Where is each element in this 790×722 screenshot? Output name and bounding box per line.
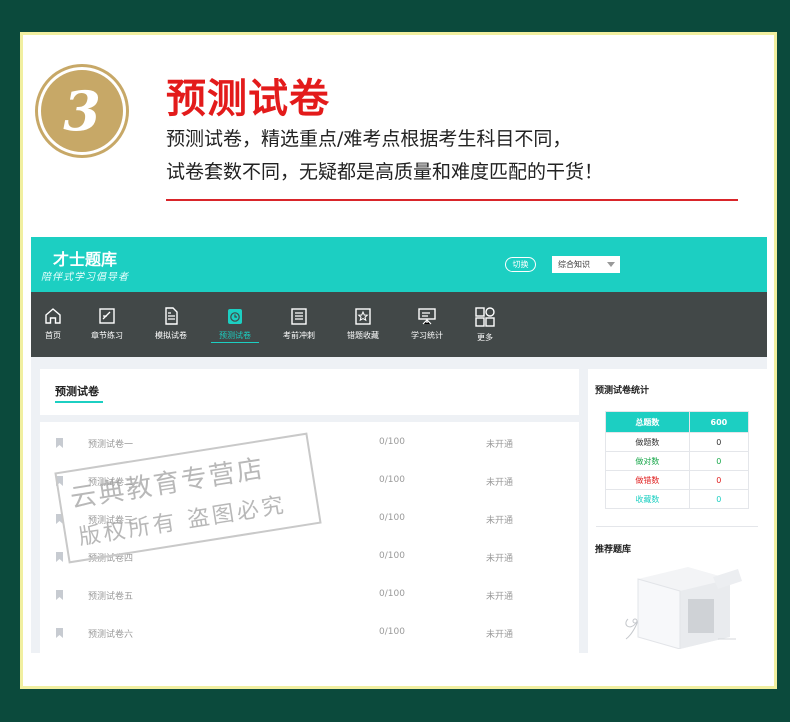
paper-name: 预测试卷六 <box>88 630 134 640</box>
stats-label: 做对数 <box>605 451 690 471</box>
paper-status: 未开通 <box>486 554 514 564</box>
exam-list-title: 预测试卷 <box>55 385 99 398</box>
grid-icon <box>475 307 495 327</box>
stats-value: 0 <box>688 489 750 509</box>
stats-table: 总题数 600 做题数 0 做对数 0 做错数 0 收藏数 0 <box>605 411 750 509</box>
step-number: 3 <box>63 79 101 143</box>
nav-item-mock-exam[interactable]: 模拟试卷 <box>147 292 195 357</box>
section-heading: 预测试卷 <box>166 76 330 122</box>
nav-item-more[interactable]: 更多 <box>469 292 501 357</box>
title-underline <box>55 401 103 403</box>
stats-value: 600 <box>688 411 750 433</box>
paper-status: 未开通 <box>486 516 514 526</box>
nav-item-predict-exam[interactable]: 预测试卷 <box>211 292 259 357</box>
paper-status: 未开通 <box>486 592 514 602</box>
stats-label: 做错数 <box>605 470 690 490</box>
stats-label: 收藏数 <box>605 489 690 509</box>
exam-list-header: 预测试卷 <box>40 369 579 415</box>
list-item[interactable]: 预测试卷六 0/100 未开通 <box>40 615 579 653</box>
paper-score: 0/100 <box>379 627 405 637</box>
description-line-1: 预测试卷，精选重点/难考点根据考生科目不同， <box>166 128 572 150</box>
paper-status: 未开通 <box>486 630 514 640</box>
paper-score: 0/100 <box>379 513 405 523</box>
stats-label: 做题数 <box>605 432 690 452</box>
edit-icon <box>99 308 115 324</box>
divider <box>596 526 758 527</box>
stats-row-favorites: 收藏数 0 <box>605 489 750 509</box>
paper-score: 0/100 <box>379 475 405 485</box>
paper-status: 未开通 <box>486 440 514 450</box>
stats-row-done: 做题数 0 <box>605 432 750 452</box>
paper-name: 预测试卷五 <box>88 592 134 602</box>
empty-box-illustration <box>625 567 742 649</box>
description-line-2: 试卷套数不同，无疑都是高质量和难度匹配的干货！ <box>166 161 604 183</box>
stats-row-total: 总题数 600 <box>605 411 750 433</box>
home-icon <box>45 308 61 324</box>
paper-score: 0/100 <box>379 551 405 561</box>
subject-select-value: 综合知识 <box>558 260 590 269</box>
nav-item-chapter-practice[interactable]: 章节练习 <box>83 292 131 357</box>
paper-status: 未开通 <box>486 478 514 488</box>
stats-title: 预测试卷统计 <box>595 386 650 396</box>
recommend-title: 推荐题库 <box>595 545 632 555</box>
document-icon <box>165 307 178 325</box>
step-badge: 3 <box>38 67 126 155</box>
list-icon <box>291 308 307 325</box>
bookmark-icon <box>56 590 63 600</box>
stats-value: 0 <box>688 451 750 471</box>
nav-label: 模拟试卷 <box>155 331 187 340</box>
stats-row-correct: 做对数 0 <box>605 451 750 471</box>
switch-button[interactable]: 切换 <box>505 257 536 272</box>
nav-label: 预测试卷 <box>211 330 259 343</box>
paper-score: 0/100 <box>379 589 405 599</box>
nav-item-wrong-favorites[interactable]: 错题收藏 <box>339 292 387 357</box>
clock-icon <box>228 309 242 324</box>
paper-name: 预测试卷一 <box>88 440 134 450</box>
list-item[interactable]: 预测试卷五 0/100 未开通 <box>40 577 579 615</box>
nav-item-study-stats[interactable]: 学习统计 <box>403 292 451 357</box>
nav-item-home[interactable]: 首页 <box>35 292 71 357</box>
stats-row-wrong: 做错数 0 <box>605 470 750 490</box>
stats-value: 0 <box>688 432 750 452</box>
app-header: 才士题库 陪伴式学习倡导者 切换 综合知识 <box>31 237 767 292</box>
nav-label: 章节练习 <box>91 331 123 340</box>
bookmark-icon <box>56 552 63 562</box>
brand-tagline: 陪伴式学习倡导者 <box>41 272 129 283</box>
main-nav: 首页 章节练习 模拟试卷 预测试卷 考前冲刺 错题收藏 学习统计 更多 <box>31 292 767 357</box>
app-screenshot: 才士题库 陪伴式学习倡导者 切换 综合知识 首页 章节练习 模拟试卷 预测试卷 … <box>31 237 767 653</box>
nav-item-final-sprint[interactable]: 考前冲刺 <box>275 292 323 357</box>
brand-logo: 才士题库 <box>53 250 118 269</box>
divider <box>166 199 738 201</box>
nav-label: 考前冲刺 <box>283 331 315 340</box>
paper-score: 0/100 <box>379 437 405 447</box>
bookmark-icon <box>56 628 63 638</box>
stats-sidebar: 预测试卷统计 总题数 600 做题数 0 做对数 0 做错数 0 收藏数 0 推… <box>588 369 767 653</box>
chevron-down-icon <box>607 262 615 267</box>
star-icon <box>355 308 371 325</box>
stats-label: 总题数 <box>605 411 690 433</box>
nav-label: 学习统计 <box>411 331 443 340</box>
subject-select[interactable]: 综合知识 <box>552 256 620 273</box>
nav-label: 首页 <box>45 331 61 340</box>
nav-label: 错题收藏 <box>347 331 379 340</box>
bookmark-icon <box>56 438 63 448</box>
nav-label: 更多 <box>477 333 493 342</box>
stats-value: 0 <box>688 470 750 490</box>
presentation-icon <box>418 308 436 325</box>
